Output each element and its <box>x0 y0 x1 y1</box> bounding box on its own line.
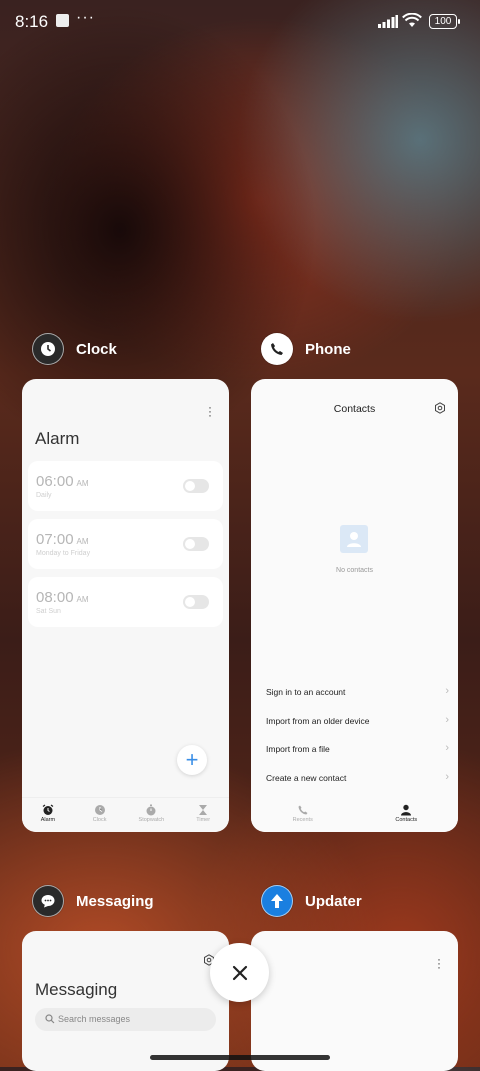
alarm-time: 07:00 <box>36 531 74 548</box>
option-label: Create a new contact <box>266 773 347 783</box>
contacts-title: Contacts <box>333 403 376 415</box>
status-bar: 8:16 ··· 100 <box>0 0 480 44</box>
option-label: Sign in to an account <box>266 687 346 697</box>
battery-indicator: 100 <box>429 14 460 29</box>
nav-label-recents: Recents <box>292 817 313 823</box>
status-time: 8:16 <box>15 12 49 31</box>
wifi-icon <box>402 13 422 27</box>
clock-icon <box>94 805 105 815</box>
more-notifications-icon: ··· <box>76 9 95 26</box>
clock-bottom-nav: Alarm Clock Stopwatch Timer <box>22 797 229 832</box>
app-name-messaging: Messaging <box>76 892 154 910</box>
nav-contacts[interactable]: Contacts <box>355 798 459 832</box>
app-header-messaging[interactable]: Messaging <box>32 885 154 917</box>
search-placeholder: Search messages <box>58 1014 131 1024</box>
add-alarm-button[interactable]: + <box>177 745 207 775</box>
timer-icon <box>199 805 208 815</box>
clear-all-button[interactable] <box>210 943 269 1002</box>
app-header-updater[interactable]: Updater <box>261 885 362 917</box>
chevron-right-icon: › <box>445 714 449 726</box>
alarm-ampm: AM <box>76 479 89 488</box>
search-icon <box>45 1014 55 1024</box>
import-file-option[interactable]: Import from a file › <box>266 742 449 754</box>
import-older-device-option[interactable]: Import from an older device › <box>266 714 449 726</box>
alarm-repeat: Sat Sun <box>36 608 61 615</box>
phone-bottom-nav: Recents Contacts <box>251 798 458 832</box>
nav-label-contacts: Contacts <box>395 817 418 823</box>
nav-label-stopwatch: Stopwatch <box>138 817 165 823</box>
alarm-time: 06:00 <box>36 473 74 490</box>
app-name-clock: Clock <box>76 340 117 358</box>
recent-card-phone[interactable]: Contacts No contacts Sign in to an accou… <box>251 379 458 832</box>
alarm-item[interactable]: 07:00 AM Monday to Friday <box>28 519 223 569</box>
phone-icon <box>261 333 293 365</box>
alarm-time: 08:00 <box>36 589 74 606</box>
app-header-clock[interactable]: Clock <box>32 333 117 365</box>
alarm-toggle[interactable] <box>183 537 209 551</box>
alarm-icon <box>42 804 54 815</box>
nav-label-timer: Timer <box>196 817 211 823</box>
close-icon <box>232 965 247 980</box>
create-contact-option[interactable]: Create a new contact › <box>266 771 449 783</box>
more-options-icon[interactable]: · · · <box>436 953 442 973</box>
recent-card-updater[interactable]: · · · <box>251 931 458 1071</box>
nav-timer[interactable]: Timer <box>177 798 229 832</box>
empty-contacts-icon <box>340 525 368 553</box>
alarm-repeat: Monday to Friday <box>36 550 91 557</box>
app-name-phone: Phone <box>305 340 351 358</box>
stopwatch-icon <box>146 804 156 816</box>
recent-card-clock[interactable]: · · · Alarm 06:00 AM Daily 07:00 AM Monday t… <box>22 379 229 832</box>
recent-card-messaging[interactable]: Messaging Search messages <box>22 931 229 1071</box>
sign-in-option[interactable]: Sign in to an account › <box>266 685 449 697</box>
signal-icon <box>378 15 398 28</box>
option-label: Import from an older device <box>266 716 370 726</box>
messaging-icon <box>32 885 64 917</box>
updater-icon <box>261 885 293 917</box>
nav-label-alarm: Alarm <box>40 817 56 823</box>
alarm-item[interactable]: 06:00 AM Daily <box>28 461 223 511</box>
notification-square-icon <box>56 14 69 27</box>
chevron-right-icon: › <box>445 742 449 754</box>
clock-icon <box>32 333 64 365</box>
alarm-item[interactable]: 08:00 AM Sat Sun <box>28 577 223 627</box>
phone-icon <box>298 805 308 815</box>
search-input[interactable]: Search messages <box>35 1008 216 1031</box>
alarm-toggle[interactable] <box>183 479 209 493</box>
nav-alarm[interactable]: Alarm <box>22 798 74 832</box>
person-icon <box>401 804 412 816</box>
app-header-phone[interactable]: Phone <box>261 333 351 365</box>
nav-stopwatch[interactable]: Stopwatch <box>126 798 178 832</box>
nav-label-clock: Clock <box>92 817 107 823</box>
empty-contacts-text: No contacts <box>336 567 373 574</box>
home-indicator[interactable] <box>150 1055 330 1060</box>
app-name-updater: Updater <box>305 892 362 910</box>
alarm-repeat: Daily <box>36 492 52 499</box>
option-label: Import from a file <box>266 744 330 754</box>
alarm-toggle[interactable] <box>183 595 209 609</box>
messaging-title: Messaging <box>35 980 118 999</box>
nav-recents[interactable]: Recents <box>251 798 355 832</box>
alarm-ampm: AM <box>76 595 89 604</box>
more-options-icon[interactable]: · · · <box>207 401 213 421</box>
alarm-title: Alarm <box>35 429 80 448</box>
alarm-ampm: AM <box>76 537 89 546</box>
gear-icon[interactable] <box>434 402 446 414</box>
nav-clock[interactable]: Clock <box>74 798 126 832</box>
chevron-right-icon: › <box>445 685 449 697</box>
chevron-right-icon: › <box>445 771 449 783</box>
